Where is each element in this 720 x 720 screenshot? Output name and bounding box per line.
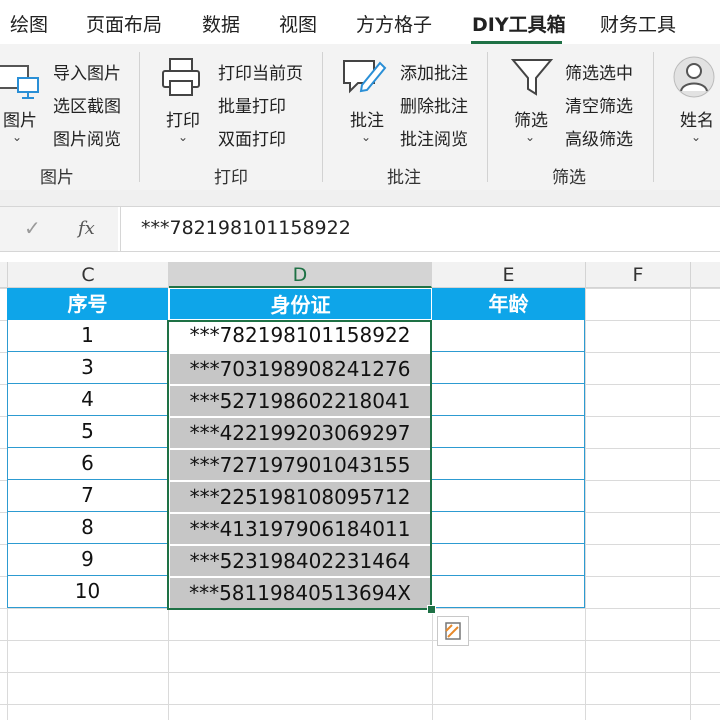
filter-button-label[interactable]: 筛选 (514, 106, 548, 131)
delete-comment-button[interactable]: 删除批注 (400, 92, 468, 117)
group-separator (139, 52, 140, 182)
person-icon (673, 56, 715, 98)
column-header-f[interactable]: F (586, 262, 691, 288)
formula-bar-controls: ✓ fx (0, 207, 118, 251)
insert-function-button[interactable]: fx (78, 218, 95, 239)
formula-input[interactable]: ***782198101158922 (120, 207, 720, 251)
column-header-g-partial[interactable] (691, 262, 720, 288)
filter-selected-button[interactable]: 筛选选中 (565, 59, 633, 84)
header-cell-id-card[interactable]: 身份证 (169, 288, 432, 320)
table-cell-age[interactable] (432, 320, 585, 352)
table-cell-age[interactable] (432, 352, 585, 384)
table-cell-id-card[interactable]: ***422199203069297 (168, 416, 432, 448)
table-cell-number[interactable]: 10 (7, 576, 168, 608)
formula-bar: ✓ fx ***782198101158922 (0, 206, 720, 252)
table-cell-id-card[interactable]: ***527198602218041 (168, 384, 432, 416)
table-cell-id-card[interactable]: ***413197906184011 (168, 512, 432, 544)
table-cell-number[interactable]: 4 (7, 384, 168, 416)
clear-filter-button[interactable]: 清空筛选 (565, 92, 633, 117)
grid-column-line (585, 288, 586, 720)
picture-dropdown-chevron-icon[interactable]: ⌄ (12, 130, 22, 144)
confirm-check-icon[interactable]: ✓ (24, 216, 41, 240)
print-dropdown-chevron-icon[interactable]: ⌄ (178, 130, 188, 144)
picture-monitor-icon (0, 65, 39, 99)
group-title-filter: 筛选 (552, 168, 586, 188)
grid-column-line (690, 288, 691, 720)
funnel-icon (510, 59, 554, 96)
table-cell-number[interactable]: 9 (7, 544, 168, 576)
comment-preview-button[interactable]: 批注阅览 (400, 125, 468, 150)
table-cell-id-card[interactable]: ***523198402231464 (168, 544, 432, 576)
fill-handle[interactable] (427, 605, 436, 614)
group-separator (653, 52, 654, 182)
grid-row-line (0, 704, 720, 705)
table-cell-id-card[interactable]: ***727197901043155 (168, 448, 432, 480)
table-cell-age[interactable] (432, 416, 585, 448)
column-header-b-partial[interactable] (0, 262, 8, 288)
table-cell-age[interactable] (432, 480, 585, 512)
ribbon-bottom-strip (0, 190, 720, 206)
printer-icon (162, 58, 200, 96)
ribbon-tab-bar: 绘图 页面布局 数据 视图 方方格子 DIY工具箱 财务工具 (0, 0, 720, 44)
print-current-page-button[interactable]: 打印当前页 (218, 59, 303, 84)
filter-dropdown-chevron-icon[interactable]: ⌄ (525, 130, 535, 144)
comment-button-label[interactable]: 批注 (350, 106, 384, 131)
print-button-label[interactable]: 打印 (166, 106, 200, 131)
table-cell-age[interactable] (432, 576, 585, 608)
tab-fangfang[interactable]: 方方格子 (356, 10, 432, 37)
selection-screenshot-button[interactable]: 选区截图 (53, 92, 121, 117)
table-cell-number[interactable]: 8 (7, 512, 168, 544)
table-cell-number[interactable]: 5 (7, 416, 168, 448)
grid-row-line (0, 640, 720, 641)
grid-row-line (0, 672, 720, 673)
table-cell-age[interactable] (432, 544, 585, 576)
table-cell-number[interactable]: 1 (7, 320, 168, 352)
table-cell-id-card[interactable]: ***225198108095712 (168, 480, 432, 512)
column-header-c[interactable]: C (8, 262, 169, 288)
table-cell-number[interactable]: 3 (7, 352, 168, 384)
group-separator (487, 52, 488, 182)
tab-finance-tools[interactable]: 财务工具 (600, 10, 676, 37)
quick-analysis-icon (445, 622, 461, 640)
name-dropdown-chevron-icon[interactable]: ⌄ (691, 130, 701, 144)
group-title-print: 打印 (214, 168, 248, 188)
picture-button-label[interactable]: 图片 (3, 106, 37, 131)
quick-analysis-button[interactable] (437, 616, 469, 646)
table-cell-age[interactable] (432, 512, 585, 544)
name-button-label[interactable]: 姓名 (680, 106, 714, 131)
picture-preview-button[interactable]: 图片阅览 (53, 125, 121, 150)
table-cell-id-card[interactable]: ***58119840513694X (168, 576, 432, 608)
header-cell-number[interactable]: 序号 (7, 288, 169, 320)
group-title-picture: 图片 (40, 168, 74, 188)
import-picture-button[interactable]: 导入图片 (53, 59, 121, 84)
header-cell-age[interactable]: 年龄 (432, 288, 585, 320)
tab-page-layout[interactable]: 页面布局 (86, 10, 162, 37)
table-cell-id-card[interactable]: ***703198908241276 (168, 352, 432, 384)
table-cell-number[interactable]: 6 (7, 448, 168, 480)
formula-value: ***782198101158922 (141, 217, 351, 239)
advanced-filter-button[interactable]: 高级筛选 (565, 125, 633, 150)
table-cell-number[interactable]: 7 (7, 480, 168, 512)
tab-view[interactable]: 视图 (279, 10, 317, 37)
group-title-comment: 批注 (387, 168, 421, 188)
duplex-print-button[interactable]: 双面打印 (218, 125, 286, 150)
batch-print-button[interactable]: 批量打印 (218, 92, 286, 117)
table-cell-age[interactable] (432, 448, 585, 480)
group-separator (322, 52, 323, 182)
comment-dropdown-chevron-icon[interactable]: ⌄ (361, 130, 371, 144)
comment-pen-icon (343, 60, 387, 94)
tab-draw[interactable]: 绘图 (10, 10, 48, 37)
column-header-d[interactable]: D (169, 262, 432, 288)
column-header-e[interactable]: E (432, 262, 586, 288)
table-cell-age[interactable] (432, 384, 585, 416)
tab-data[interactable]: 数据 (202, 10, 240, 37)
table-cell-id-card[interactable]: ***782198101158922 (168, 320, 432, 352)
tab-diy-toolbox[interactable]: DIY工具箱 (472, 10, 566, 37)
add-comment-button[interactable]: 添加批注 (400, 59, 468, 84)
